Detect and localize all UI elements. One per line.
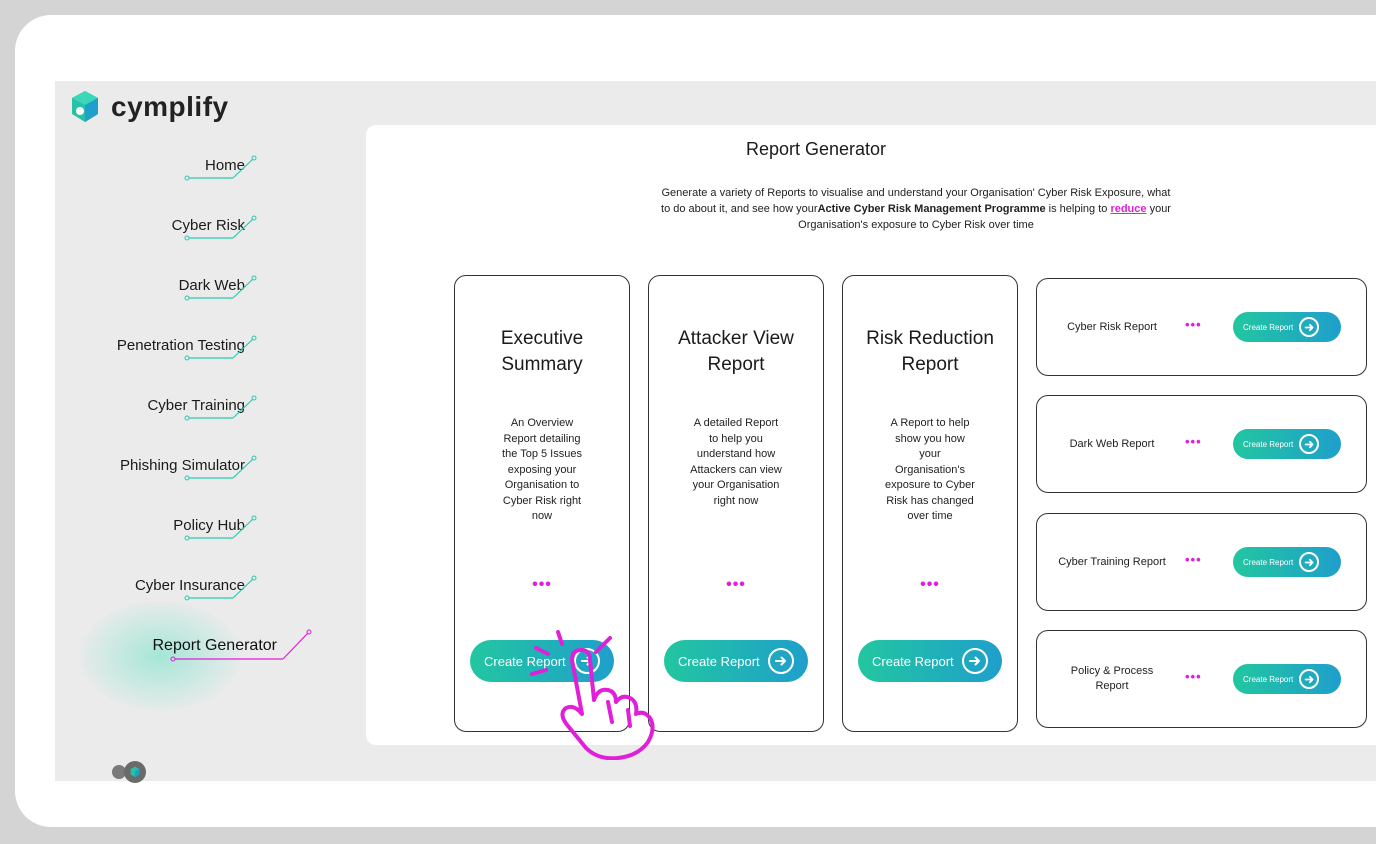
sidebar-item-penetration-testing[interactable]: Penetration Testing [55,335,350,377]
button-label: Create Report [678,653,760,669]
card-title: Cyber Risk Report [1067,320,1157,333]
nav-underline-icon [184,155,257,181]
sidebar: cymplify Home Cyber Risk Dark Web Penetr… [55,81,350,783]
risk-reduction-card: Risk Reduction Report A Report to help s… [842,275,1018,732]
create-report-button[interactable]: Create Report [470,640,614,682]
card-description: An Overview Report detailing the Top 5 I… [502,417,582,522]
report-generator-panel: Report Generator Generate a variety of R… [366,125,1376,745]
dark-web-report-card: Dark Web Report ••• Create Report [1036,395,1367,493]
cyber-risk-report-card: Cyber Risk Report ••• Create Report [1036,278,1367,376]
button-label: Create Report [1243,439,1294,449]
create-report-button[interactable]: Create Report [1233,429,1341,459]
brand-name: cymplify [111,91,229,122]
sidebar-item-home[interactable]: Home [55,155,350,197]
arrow-right-circle-icon [573,648,600,674]
nav-underline-icon [184,215,257,241]
more-dots-icon[interactable]: ••• [843,576,1017,594]
brand-logo[interactable]: cymplify [67,89,229,125]
page-description: Generate a variety of Reports to visuali… [661,185,1171,233]
more-dots-icon[interactable]: ••• [1185,552,1202,567]
create-report-button[interactable]: Create Report [1233,547,1341,577]
bottom-status[interactable] [112,761,146,783]
desc-bold: Active Cyber Risk Management Programme [817,203,1046,215]
card-title: Policy & Process Report [1070,665,1154,692]
reduce-link[interactable]: reduce [1110,203,1146,215]
button-label: Create Report [872,653,954,669]
desc-text: is helping to [1045,203,1111,215]
more-dots-icon[interactable]: ••• [1185,434,1202,449]
card-title: Attacker View Report [678,328,794,375]
policy-process-report-card: Policy & Process Report ••• Create Repor… [1036,630,1367,728]
nav-underline-icon [184,455,257,481]
executive-summary-card: Executive Summary An Overview Report det… [454,275,630,732]
button-label: Create Report [1243,674,1294,684]
cymplify-logo-icon [124,761,146,783]
card-title: Risk Reduction Report [866,328,994,375]
attacker-view-card: Attacker View Report A detailed Report t… [648,275,824,732]
create-report-button[interactable]: Create Report [858,640,1002,682]
sidebar-item-cyber-training[interactable]: Cyber Training [55,395,350,437]
arrow-right-circle-icon [1299,552,1320,572]
arrow-right-circle-icon [1299,669,1320,689]
sidebar-item-phishing-simulator[interactable]: Phishing Simulator [55,455,350,497]
button-label: Create Report [484,653,566,669]
nav-underline-icon [184,275,257,301]
more-dots-icon[interactable]: ••• [1185,669,1202,684]
app-window: cymplify Home Cyber Risk Dark Web Penetr… [55,81,1376,783]
page-title: Report Generator [745,139,887,159]
sidebar-item-cyber-risk[interactable]: Cyber Risk [55,215,350,257]
nav-underline-icon [184,575,257,601]
sidebar-item-policy-hub[interactable]: Policy Hub [55,515,350,557]
nav-underline-icon [170,629,312,662]
cymplify-logo-icon [72,91,98,122]
arrow-right-circle-icon [1299,434,1320,454]
nav-underline-icon [184,395,257,421]
card-description: A detailed Report to help you understand… [690,417,782,507]
more-dots-icon[interactable]: ••• [455,576,629,594]
button-label: Create Report [1243,557,1294,567]
create-report-button[interactable]: Create Report [1233,664,1341,694]
nav-underline-icon [184,515,257,541]
create-report-button[interactable]: Create Report [1233,312,1341,342]
cyber-training-report-card: Cyber Training Report ••• Create Report [1036,513,1367,611]
card-description: A Report to help show you how your Organ… [885,417,975,522]
arrow-right-circle-icon [1299,317,1320,337]
nav-underline-icon [184,335,257,361]
card-title: Dark Web Report [1069,437,1155,450]
card-title: Cyber Training Report [1058,555,1166,568]
arrow-right-circle-icon [767,648,794,674]
arrow-right-circle-icon [961,648,988,674]
more-dots-icon[interactable]: ••• [649,576,823,594]
create-report-button[interactable]: Create Report [664,640,808,682]
sidebar-item-cyber-insurance[interactable]: Cyber Insurance [55,575,350,617]
sidebar-item-report-generator[interactable]: Report Generator [55,629,350,677]
more-dots-icon[interactable]: ••• [1185,317,1202,332]
button-label: Create Report [1243,322,1294,332]
window-frame: cymplify Home Cyber Risk Dark Web Penetr… [15,15,1376,827]
sidebar-item-dark-web[interactable]: Dark Web [55,275,350,317]
card-title: Executive Summary [500,328,584,375]
